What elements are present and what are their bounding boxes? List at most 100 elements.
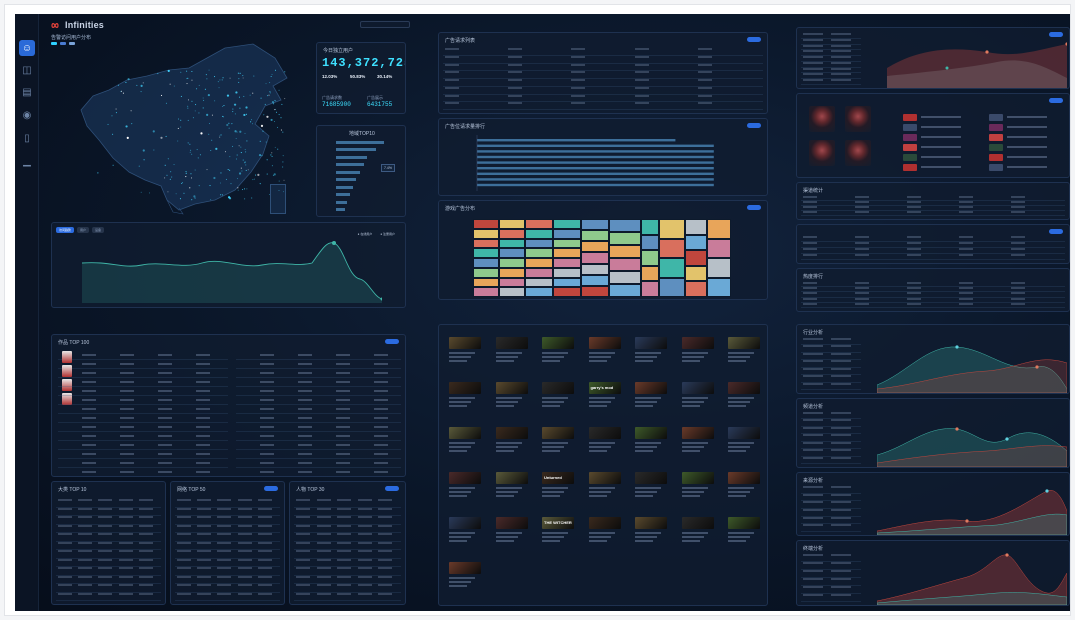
treemap-cell[interactable] (581, 219, 609, 231)
game-thumbnail[interactable] (635, 427, 667, 439)
table-row[interactable] (58, 368, 228, 369)
treemap-cell[interactable] (499, 248, 525, 258)
treemap-cell[interactable] (609, 284, 641, 297)
sidebar-gamepad-icon[interactable]: ◉ (19, 107, 35, 123)
treemap-cell[interactable] (707, 238, 731, 258)
sidebar-device-icon[interactable]: ▯ (19, 130, 35, 146)
tab-users[interactable]: 用户 (77, 227, 90, 233)
treemap-cell[interactable] (525, 248, 553, 258)
table-row[interactable] (236, 386, 401, 387)
game-thumbnail[interactable] (681, 517, 714, 529)
treemap-cell[interactable] (659, 277, 685, 297)
sidebar-document-icon[interactable]: ▤ (19, 84, 35, 100)
game-thumbnail[interactable] (495, 472, 528, 484)
table-row[interactable] (58, 449, 228, 450)
game-thumbnail[interactable] (728, 337, 760, 349)
treemap-cell[interactable] (473, 267, 499, 278)
treemap-cell[interactable] (525, 228, 553, 239)
work-thumbnail[interactable] (62, 379, 72, 391)
treemap-cell[interactable] (499, 238, 525, 249)
table-row[interactable] (58, 467, 228, 468)
game-thumbnail[interactable] (588, 472, 621, 484)
treemap-cell[interactable] (553, 238, 581, 249)
treemap-cell[interactable] (581, 263, 609, 275)
treemap-cell[interactable] (659, 219, 685, 239)
treemap-cell[interactable] (641, 265, 659, 282)
game-thumbnail[interactable] (635, 382, 667, 394)
table-row[interactable] (236, 422, 401, 423)
table-row[interactable] (236, 431, 401, 432)
game-thumbnail[interactable]: garry's mod (588, 382, 621, 394)
treemap-cell[interactable] (473, 228, 499, 239)
table-row[interactable] (58, 431, 228, 432)
ad-treemap-toggle[interactable] (747, 205, 761, 210)
game-thumbnail[interactable] (728, 517, 760, 529)
treemap-cell[interactable] (553, 258, 581, 268)
table-row[interactable] (236, 368, 401, 369)
table-row[interactable] (58, 413, 228, 414)
treemap-cell[interactable] (553, 248, 581, 258)
game-thumbnail[interactable] (495, 337, 528, 349)
game-thumbnail[interactable] (542, 427, 574, 439)
table-row[interactable] (58, 440, 228, 441)
top-c-toggle[interactable] (385, 486, 399, 491)
table-row[interactable] (236, 467, 401, 468)
table-row[interactable] (58, 476, 228, 477)
table-row[interactable] (236, 359, 401, 360)
table-row[interactable] (236, 377, 401, 378)
treemap-cell[interactable] (685, 234, 707, 251)
table-row[interactable] (236, 440, 401, 441)
game-thumbnail[interactable] (588, 517, 621, 529)
treemap-cell[interactable] (499, 228, 525, 239)
game-thumbnail[interactable] (635, 472, 667, 484)
treemap-cell[interactable] (525, 219, 553, 229)
work-thumbnail[interactable] (62, 365, 72, 377)
treemap-cell[interactable] (581, 252, 609, 264)
recommend-thumbnail[interactable] (989, 164, 1003, 171)
table-row[interactable] (58, 395, 228, 396)
treemap-cell[interactable] (707, 258, 731, 278)
treemap-cell[interactable] (499, 267, 525, 278)
game-thumbnail[interactable]: THE WITCHER (542, 517, 574, 529)
table-row[interactable] (236, 413, 401, 414)
treemap-cell[interactable] (473, 238, 499, 249)
treemap-cell[interactable] (609, 258, 641, 271)
recommend-thumbnail[interactable] (989, 134, 1003, 141)
game-thumbnail[interactable] (681, 472, 714, 484)
game-thumbnail[interactable] (681, 337, 714, 349)
game-thumbnail[interactable] (728, 427, 760, 439)
treemap-cell[interactable] (499, 287, 525, 297)
treemap-cell[interactable] (525, 258, 553, 268)
treemap-cell[interactable] (609, 219, 641, 232)
recommend-thumbnail[interactable] (903, 144, 917, 151)
game-thumbnail[interactable] (449, 562, 481, 574)
treemap-cell[interactable] (553, 267, 581, 278)
treemap-cell[interactable] (685, 250, 707, 266)
game-thumbnail[interactable] (449, 472, 481, 484)
treemap-cell[interactable] (685, 219, 707, 235)
game-thumbnail[interactable] (635, 337, 667, 349)
treemap-cell[interactable] (685, 265, 707, 282)
sidebar-user-icon[interactable]: ☺ (19, 40, 35, 56)
treemap-cell[interactable] (553, 219, 581, 229)
game-thumbnail[interactable] (542, 382, 574, 394)
tab-trend[interactable]: 访问趋势 (56, 227, 75, 233)
treemap-cell[interactable] (553, 287, 581, 297)
table-row[interactable] (236, 458, 401, 459)
ad-requests-toggle[interactable] (747, 37, 761, 42)
game-thumbnail[interactable] (588, 427, 621, 439)
treemap-cell[interactable] (659, 238, 685, 258)
table-row[interactable] (236, 404, 401, 405)
recommend-thumbnail[interactable] (989, 154, 1003, 161)
treemap-cell[interactable] (609, 232, 641, 245)
treemap-cell[interactable] (525, 287, 553, 297)
game-thumbnail[interactable] (681, 382, 714, 394)
ad-bar-toggle[interactable] (747, 123, 761, 128)
works-toggle[interactable] (385, 339, 399, 344)
treemap-cell[interactable] (659, 258, 685, 278)
game-thumbnail[interactable] (449, 427, 481, 439)
treemap-cell[interactable] (473, 248, 499, 258)
game-thumbnail[interactable] (681, 427, 714, 439)
treemap-cell[interactable] (581, 274, 609, 286)
recommend-thumbnail[interactable] (903, 124, 917, 131)
